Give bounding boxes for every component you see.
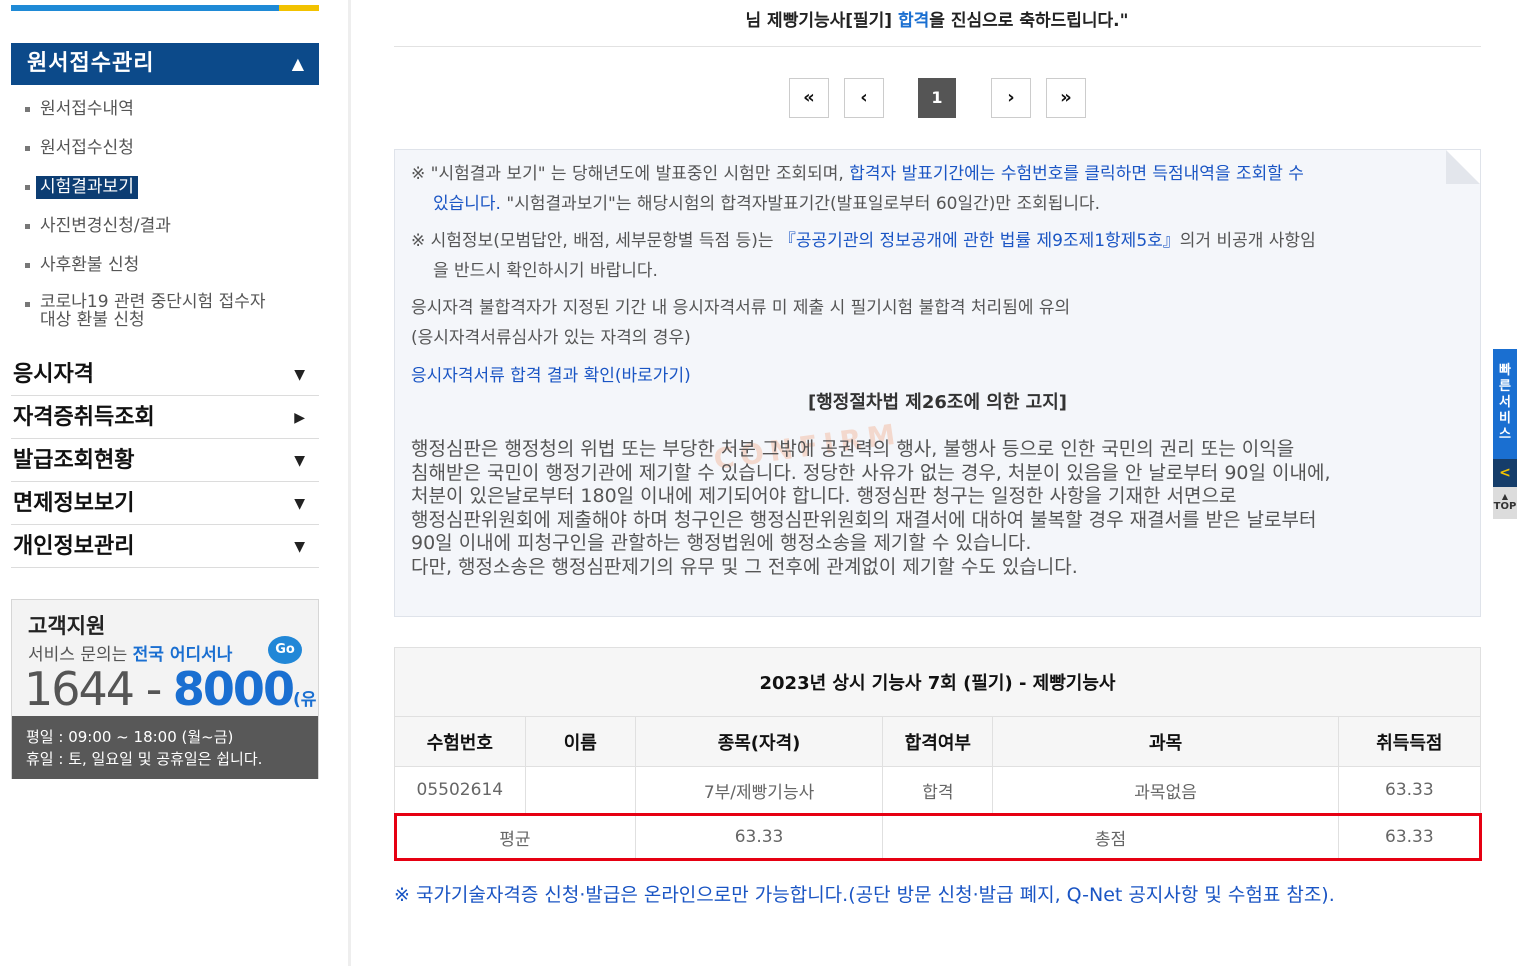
top-bar-accent xyxy=(279,5,319,11)
link-label: 응시자격서류 합격 결과 확인(바로가기) xyxy=(411,366,691,386)
table-cell-pass: 합격 xyxy=(882,766,994,814)
submenu-item-exam-result[interactable]: 시험결과보기 xyxy=(22,176,138,199)
notice-line-3: ※ 시험정보(모범답안, 배점, 세부문항별 득점 등)는 『공공기관의 정보공… xyxy=(411,226,1316,256)
page-fold-corner xyxy=(1446,150,1480,184)
category-personal-info[interactable]: 개인정보관리 ▼ xyxy=(11,526,319,568)
notice-line-6: (응시자격서류심사가 있는 자격의 경우) xyxy=(411,328,691,348)
category-issue-status[interactable]: 발급조회현황 ▼ xyxy=(11,440,319,482)
chevron-right-icon: ▶ xyxy=(294,410,305,426)
law-notice-paragraph: 행정심판은 행정청의 위법 또는 부당한 처분 그밖에 공권력의 행사, 불행사… xyxy=(411,438,1471,579)
table-cell-subject: 7부/제빵기능사 xyxy=(634,766,884,814)
law-notice-line: 처분이 있은날로부터 180일 이내에 제기되어야 합니다. 행정심판 청구는 … xyxy=(411,485,1237,507)
sidebar-divider xyxy=(348,0,351,966)
up-arrow-icon: ▲ xyxy=(1501,492,1509,501)
top-label: TOP xyxy=(1493,501,1517,512)
column-header: 종목(자격) xyxy=(634,716,884,767)
category-certificate-lookup[interactable]: 자격증취득조회 ▶ xyxy=(11,397,319,439)
qualification-result-link[interactable]: 응시자격서류 합격 결과 확인(바로가기) xyxy=(411,361,691,391)
chevron-down-icon: ▼ xyxy=(294,496,305,512)
table-cell-course: 과목없음 xyxy=(992,766,1339,814)
first-page-button[interactable]: « xyxy=(789,78,829,118)
law-notice-line: 90일 이내에 피청구인을 관할하는 행정법원에 행정소송을 제기할 수 있습니… xyxy=(411,532,1032,554)
congrats-pass: 합격 xyxy=(898,11,930,31)
notice-text: ※ "시험결과 보기" 는 당해년도에 발표중인 시험만 조회되며, xyxy=(411,164,850,184)
menu-head-label: 원서접수관리 xyxy=(27,51,155,76)
table-cell-exam-number[interactable]: 05502614 xyxy=(394,766,526,814)
notice-line-5: 응시자격 불합격자가 지정된 기간 내 응시자격서류 미 제출 시 필기시험 불… xyxy=(411,298,1071,318)
notice-line-1: ※ "시험결과 보기" 는 당해년도에 발표중인 시험만 조회되며, 합격자 발… xyxy=(411,159,1304,189)
support-title: 고객지원 xyxy=(28,614,106,638)
chevron-down-icon: ▼ xyxy=(294,453,305,469)
divider xyxy=(394,46,1481,47)
submenu-item-label: 사진변경신청/결과 xyxy=(40,216,171,236)
submenu-item-label: 사후환불 신청 xyxy=(40,255,140,275)
table-cell-score: 63.33 xyxy=(1337,766,1482,814)
column-header: 합격여부 xyxy=(882,716,994,767)
submenu-item-label-2: 대상 환불 신청 xyxy=(40,310,145,330)
quick-service-tab[interactable]: 빠른서비스 xyxy=(1493,349,1517,459)
notice-text: 의거 비공개 사항임 xyxy=(1179,231,1316,251)
current-page-button[interactable]: 1 xyxy=(918,78,956,118)
category-label: 개인정보관리 xyxy=(13,534,135,559)
submenu-item-covid-refund[interactable]: 코로나19 관련 중단시험 접수자 대상 환불 신청 xyxy=(22,293,266,329)
congrats-text-a: 님 제빵기능사[필기] xyxy=(745,11,898,31)
congrats-text-c: 을 진심으로 축하드립니다." xyxy=(929,11,1129,31)
submenu-item-photo-change[interactable]: 사진변경신청/결과 xyxy=(22,215,171,237)
chevron-down-icon: ▼ xyxy=(294,539,305,555)
submenu-item-label: 원서접수신청 xyxy=(40,138,134,158)
sidebar-top-bar xyxy=(11,5,319,11)
scroll-top-button[interactable]: ▲ TOP xyxy=(1493,487,1517,519)
category-qualification[interactable]: 응시자격 ▼ xyxy=(11,354,319,396)
notice-line-2: 있습니다. "시험결과보기"는 해당시험의 합격자발표기간(발표일로부터 60일… xyxy=(433,189,1100,219)
summary-highlight-box xyxy=(394,813,1482,861)
prev-page-button[interactable]: ‹ xyxy=(844,78,884,118)
notice-text: "시험결과보기"는 해당시험의 합격자발표기간(발표일로부터 60일간)만 조회… xyxy=(500,194,1101,214)
phone-prefix: 1644 - xyxy=(24,662,173,716)
notice-text: ※ 시험정보(모범답안, 배점, 세부문항별 득점 등)는 xyxy=(411,231,779,251)
quick-collapse-icon[interactable]: < xyxy=(1493,459,1517,487)
chevron-down-icon: ▼ xyxy=(294,367,305,383)
customer-support-box: 고객지원 서비스 문의는 전국 어디서나 Go 1644 - 8000(유료) … xyxy=(11,599,319,779)
notice-link-text: 있습니다. xyxy=(433,194,501,214)
law-notice-line: 행정심판위원회에 제출해야 하며 청구인은 행정심판위원회의 재결서에 대하여 … xyxy=(411,508,1317,531)
footer-note: ※ 국가기술자격증 신청·발급은 온라인으로만 가능합니다.(공단 방문 신청·… xyxy=(394,884,1335,906)
support-go-button[interactable]: Go xyxy=(268,636,302,664)
law-notice-line: 침해받은 국민이 행정기관에 제기할 수 있습니다. 정당한 사유가 없는 경우… xyxy=(411,461,1331,484)
category-label: 면제정보보기 xyxy=(13,491,135,516)
menu-application-management[interactable]: 원서접수관리 ▲ xyxy=(11,43,319,85)
notice-link-text: 합격자 발표기간에는 수험번호를 클릭하면 득점내역을 조회할 수 xyxy=(849,164,1304,184)
law-notice-line: 다만, 행정소송은 행정심판제기의 유무 및 그 전후에 관계없이 제기할 수도… xyxy=(411,555,1078,578)
category-label: 자격증취득조회 xyxy=(13,405,155,430)
notice-line-4: 을 반드시 확인하시기 바랍니다. xyxy=(433,261,658,281)
column-header: 취득득점 xyxy=(1337,716,1482,767)
category-label: 발급조회현황 xyxy=(13,448,135,473)
column-header: 수험번호 xyxy=(394,716,526,767)
submenu-item-application-history[interactable]: 원서접수내역 xyxy=(22,98,134,120)
table-row: 05502614 7부/제빵기능사 합격 과목없음 63.33 xyxy=(394,766,1482,814)
support-hours: 평일 : 09:00 ~ 18:00 (월~금) 휴일 : 토, 일요일 및 공… xyxy=(12,716,318,779)
result-table-caption: 2023년 상시 기능사 7회 (필기) - 제빵기능사 xyxy=(394,647,1481,717)
submenu-item-application-request[interactable]: 원서접수신청 xyxy=(22,137,134,159)
law-link[interactable]: 『공공기관의 정보공개에 관한 법률 제9조제1항제5호』 xyxy=(779,231,1180,251)
notice-box: CONFIRM ※ "시험결과 보기" 는 당해년도에 발표중인 시험만 조회되… xyxy=(394,149,1481,617)
submenu-item-refund[interactable]: 사후환불 신청 xyxy=(22,254,139,276)
last-page-button[interactable]: » xyxy=(1046,78,1086,118)
chevron-up-icon: ▲ xyxy=(291,54,305,73)
column-header: 과목 xyxy=(992,716,1339,767)
support-hours-weekday: 평일 : 09:00 ~ 18:00 (월~금) xyxy=(26,728,234,746)
next-page-button[interactable]: › xyxy=(991,78,1031,118)
law-notice-heading: [행정절차법 제26조에 의한 고지] xyxy=(807,392,1068,413)
phone-number: 8000 xyxy=(172,662,295,716)
law-notice-line: 행정심판은 행정청의 위법 또는 부당한 처분 그밖에 공권력의 행사, 불행사… xyxy=(411,438,1295,460)
submenu-item-label: 원서접수내역 xyxy=(40,99,134,119)
congratulation-message: 님 제빵기능사[필기] 합격을 진심으로 축하드립니다." xyxy=(394,6,1480,31)
category-label: 응시자격 xyxy=(13,362,94,387)
submenu-item-label: 코로나19 관련 중단시험 접수자 xyxy=(40,292,266,312)
submenu-item-label-active: 시험결과보기 xyxy=(36,176,138,199)
support-hours-holiday: 휴일 : 토, 일요일 및 공휴일은 쉽니다. xyxy=(26,750,263,768)
column-header: 이름 xyxy=(524,716,636,767)
category-exemption-info[interactable]: 면제정보보기 ▼ xyxy=(11,483,319,525)
table-cell-name xyxy=(524,766,636,814)
quick-service-label: 빠른서비스 xyxy=(1499,363,1511,442)
